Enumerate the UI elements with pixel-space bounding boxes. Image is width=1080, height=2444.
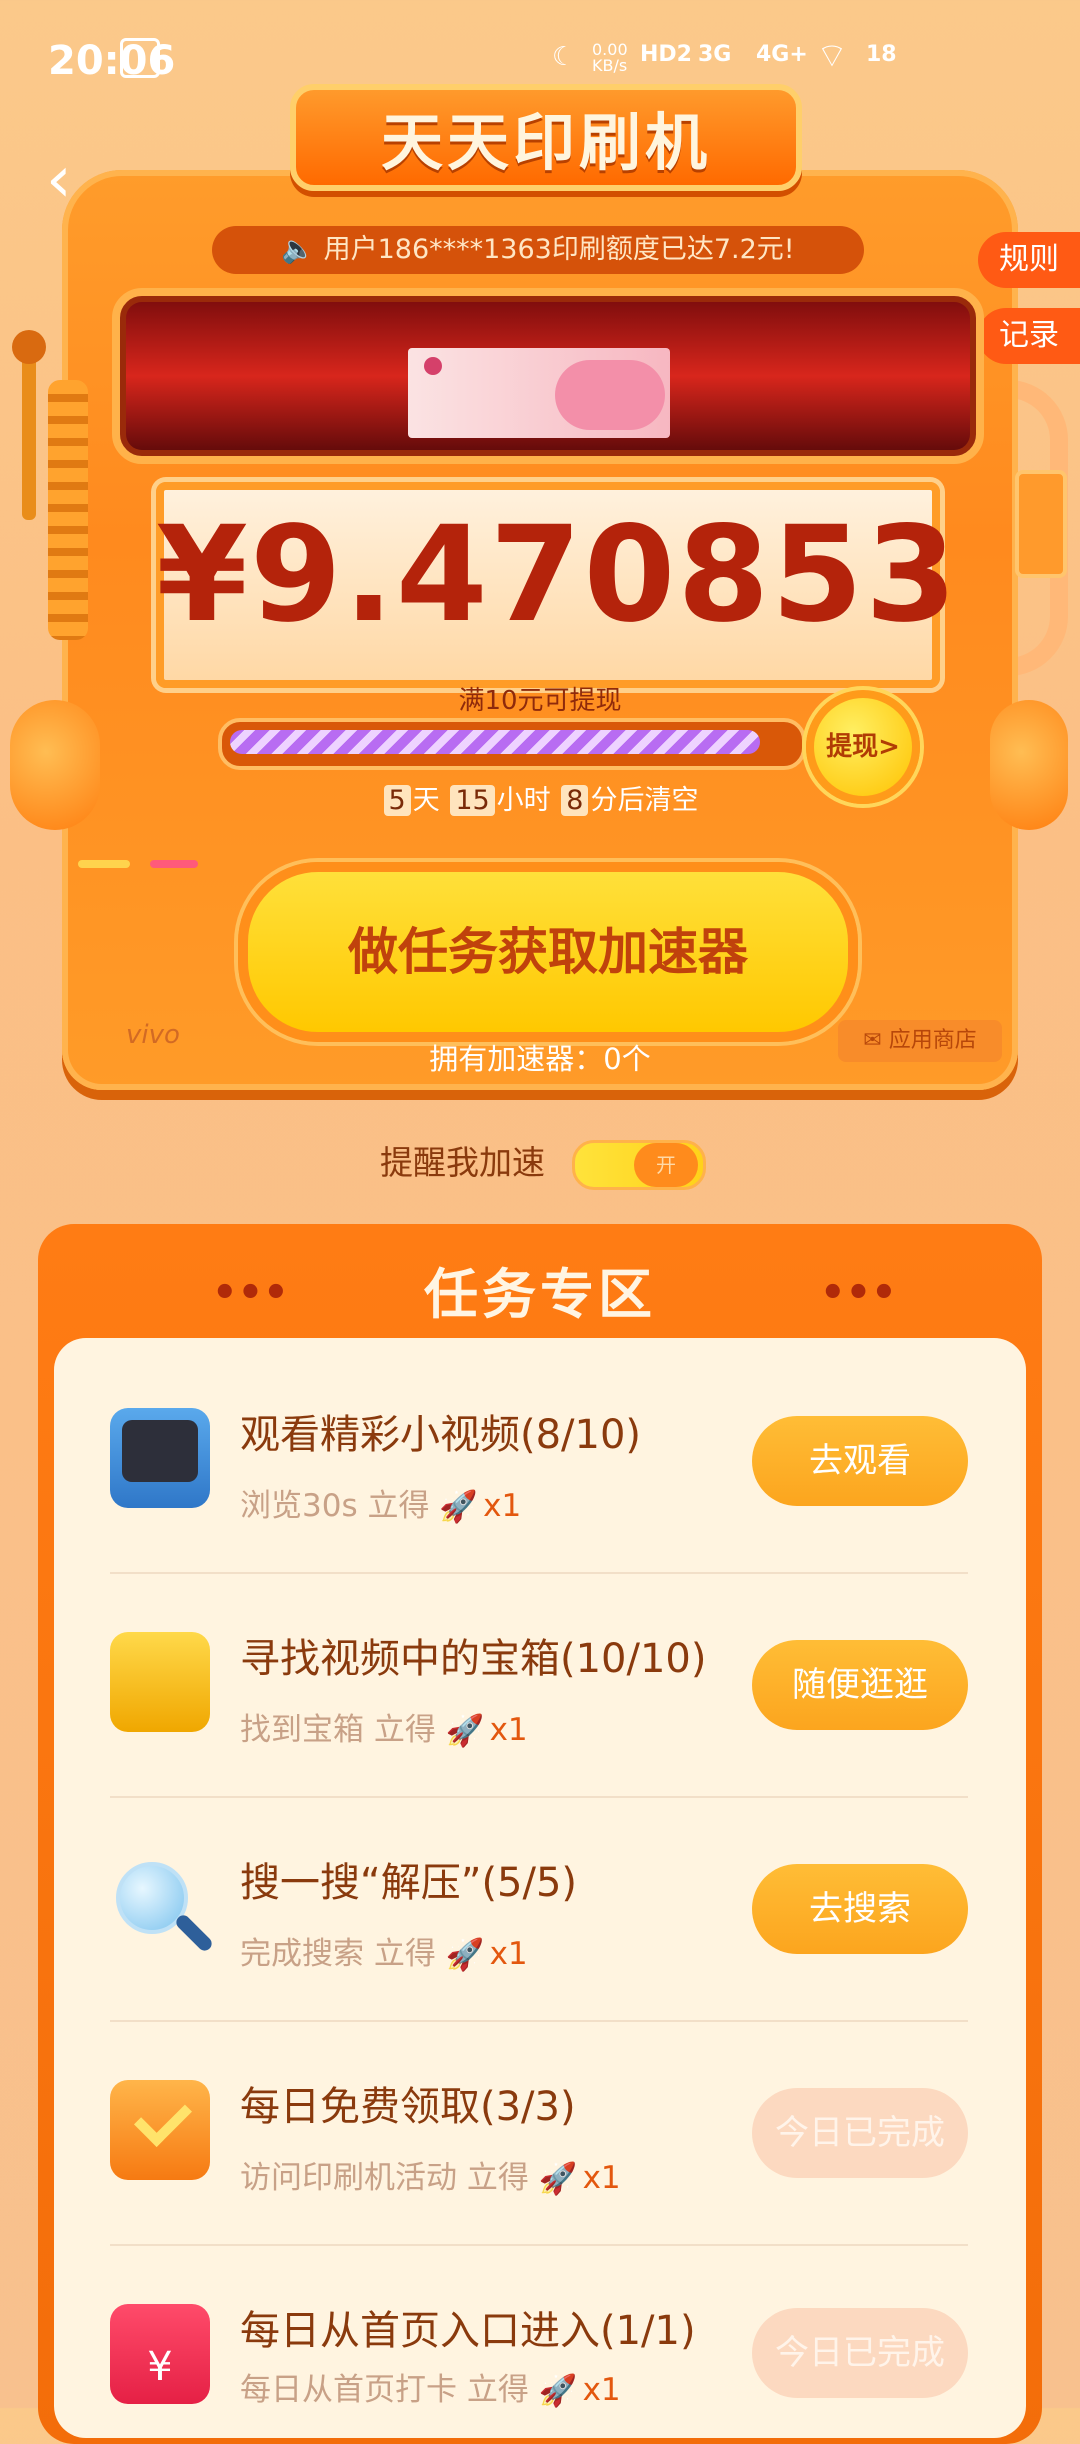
rules-tab[interactable]: 规则 bbox=[978, 232, 1080, 288]
hd-icon: HD2 bbox=[640, 42, 692, 67]
divider bbox=[110, 1796, 968, 1798]
store-label: 应用商店 bbox=[888, 1028, 977, 1053]
task-sub-text: 浏览30s 立得 bbox=[240, 1488, 430, 1524]
magnifier-icon bbox=[110, 1856, 215, 1956]
rocket-icon: 🚀 bbox=[445, 1712, 485, 1749]
task-button-search[interactable]: 去搜索 bbox=[752, 1864, 968, 1954]
net-speed: 0.00 KB/s bbox=[592, 40, 628, 75]
task-sub-text: 每日从首页打卡 立得 bbox=[240, 2372, 529, 2408]
task-reward: x1 bbox=[582, 2372, 621, 2408]
records-tab[interactable]: 记录 bbox=[978, 308, 1080, 364]
withdraw-button[interactable]: 提现> bbox=[806, 690, 920, 804]
brand-logo: vivo bbox=[126, 1020, 180, 1050]
countdown-minutes: 8 bbox=[561, 785, 589, 816]
calendar-check-icon bbox=[110, 2080, 210, 2180]
rocket-icon: 🚀 bbox=[445, 1936, 485, 1973]
lever-knob bbox=[12, 330, 46, 364]
indicator-light-yellow bbox=[78, 860, 130, 868]
divider bbox=[110, 1572, 968, 1574]
task-sub-text: 找到宝箱 立得 bbox=[240, 1712, 436, 1748]
countdown-hours-unit: 小时 bbox=[496, 785, 551, 816]
wifi-icon: ⌔ bbox=[816, 36, 848, 76]
task-reward: x1 bbox=[483, 1488, 522, 1524]
speaker-icon: 🔈 bbox=[281, 234, 315, 265]
task-button-completed[interactable]: 今日已完成 bbox=[752, 2308, 968, 2398]
task-sub-text: 完成搜索 立得 bbox=[240, 1936, 436, 1972]
task-title: 每日免费领取(3/3) bbox=[240, 2084, 576, 2130]
task-sub-text: 访问印刷机活动 立得 bbox=[240, 2160, 529, 2196]
divider bbox=[110, 2020, 968, 2022]
amount-value: ¥9.470853 bbox=[156, 498, 959, 652]
battery-level: 18 bbox=[866, 42, 897, 67]
signal-4g-icon: 4G+ bbox=[756, 42, 808, 67]
title-dots-right: ••• bbox=[820, 1270, 897, 1316]
red-envelope-icon: ¥ bbox=[110, 2304, 210, 2404]
app-notification-icon bbox=[120, 38, 160, 78]
countdown-hours: 15 bbox=[450, 785, 495, 816]
progress-fill bbox=[230, 730, 760, 754]
banknote-dot bbox=[424, 357, 442, 375]
task-title: 观看精彩小视频(8/10) bbox=[240, 1412, 642, 1458]
treasure-chest-icon bbox=[110, 1632, 210, 1732]
task-reward: x1 bbox=[489, 1936, 528, 1972]
right-knob bbox=[990, 700, 1068, 830]
gear-decoration bbox=[48, 380, 88, 640]
indicator-light-pink bbox=[150, 860, 198, 868]
countdown-days: 5 bbox=[383, 785, 411, 816]
divider bbox=[110, 2244, 968, 2246]
task-button-browse[interactable]: 随便逛逛 bbox=[752, 1640, 968, 1730]
task-subtitle: 完成搜索 立得 🚀 x1 bbox=[240, 1928, 528, 1976]
task-title: 搜一搜“解压”(5/5) bbox=[240, 1860, 578, 1906]
task-subtitle: 找到宝箱 立得 🚀 x1 bbox=[240, 1704, 528, 1752]
app-store-badge: ✉ 应用商店 bbox=[838, 1020, 1002, 1062]
left-knob bbox=[10, 700, 100, 830]
rocket-icon: 🚀 bbox=[538, 2160, 578, 2197]
signal-3g-icon: 3G bbox=[698, 42, 732, 67]
notice-banner: 🔈 用户186****1363印刷额度已达7.2元! bbox=[212, 226, 864, 274]
withdraw-threshold: 满10元可提现 bbox=[458, 686, 622, 716]
task-subtitle: 每日从首页打卡 立得 🚀 x1 bbox=[240, 2364, 621, 2412]
rocket-icon: 🚀 bbox=[538, 2372, 578, 2409]
lever bbox=[22, 340, 36, 520]
rocket-icon: 🚀 bbox=[439, 1488, 478, 1525]
task-reward: x1 bbox=[489, 1712, 528, 1748]
task-subtitle: 访问印刷机活动 立得 🚀 x1 bbox=[240, 2152, 621, 2200]
piggy-icon bbox=[555, 360, 665, 430]
store-icon: ✉ bbox=[863, 1028, 882, 1053]
tv-icon bbox=[110, 1408, 210, 1508]
task-button-watch[interactable]: 去观看 bbox=[752, 1416, 968, 1506]
notice-text: 用户186****1363印刷额度已达7.2元! bbox=[323, 234, 795, 265]
countdown: 5天 15 小时 8 分后清空 bbox=[300, 778, 780, 817]
moon-icon: ☾ bbox=[552, 42, 576, 72]
task-title: 每日从首页入口进入(1/1) bbox=[240, 2308, 696, 2354]
countdown-days-unit: 天 bbox=[412, 785, 440, 816]
task-title: 寻找视频中的宝箱(10/10) bbox=[240, 1636, 707, 1682]
get-booster-button[interactable]: 做任务获取加速器 bbox=[238, 862, 858, 1042]
task-button-completed[interactable]: 今日已完成 bbox=[752, 2088, 968, 2178]
side-canister bbox=[1015, 470, 1067, 578]
countdown-minutes-unit: 分后清空 bbox=[590, 785, 699, 816]
page-title: 天天印刷机 bbox=[380, 106, 711, 179]
task-subtitle: 浏览30s 立得 🚀 x1 bbox=[240, 1480, 521, 1528]
reminder-label: 提醒我加速 bbox=[380, 1143, 545, 1182]
toggle-knob[interactable]: 开 bbox=[634, 1143, 698, 1187]
booster-count: 拥有加速器：0个 bbox=[429, 1042, 651, 1076]
task-reward: x1 bbox=[582, 2160, 621, 2196]
